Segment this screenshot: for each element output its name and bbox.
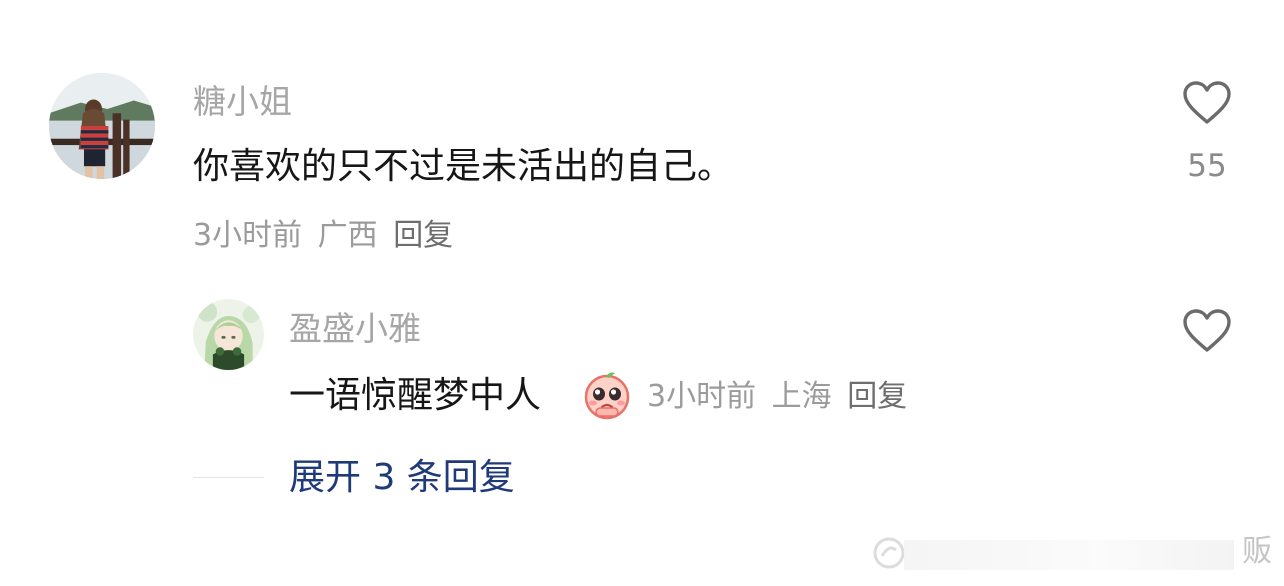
reply-time: 3小时前	[647, 379, 757, 414]
commenter-name[interactable]: 糖小姐	[193, 82, 292, 122]
avatar-anime-illustration	[193, 299, 264, 370]
avatar-photo	[49, 73, 155, 179]
reply-reply-button[interactable]: 回复	[847, 379, 907, 414]
expand-replies-button[interactable]: 展开 3 条回复	[289, 456, 515, 500]
watermark-text: 贩	[1242, 534, 1272, 569]
comment-meta: 3小时前 广西 回复	[193, 216, 453, 256]
reply-text: 一语惊醒梦中人	[289, 375, 542, 416]
pleading-face-emoji-icon	[584, 372, 630, 420]
replier-avatar[interactable]	[193, 299, 264, 370]
commenter-avatar[interactable]	[49, 73, 155, 179]
replier-name[interactable]: 盈盛小雅	[289, 309, 421, 349]
comment-location: 广西	[317, 218, 378, 253]
reply-location: 上海	[771, 379, 832, 414]
comment-text: 你喜欢的只不过是未活出的自己。	[193, 146, 734, 187]
reply-like-heart-icon[interactable]	[1182, 308, 1232, 354]
like-heart-icon[interactable]	[1182, 80, 1232, 126]
watermark-bar	[904, 540, 1234, 570]
like-count: 55	[1187, 148, 1227, 184]
expand-divider	[193, 477, 264, 478]
watermark-logo-icon	[873, 537, 905, 569]
comment-time: 3小时前	[193, 218, 303, 253]
comment-reply-button[interactable]: 回复	[393, 218, 453, 253]
reply-meta: 3小时前 上海 回复	[647, 377, 907, 417]
